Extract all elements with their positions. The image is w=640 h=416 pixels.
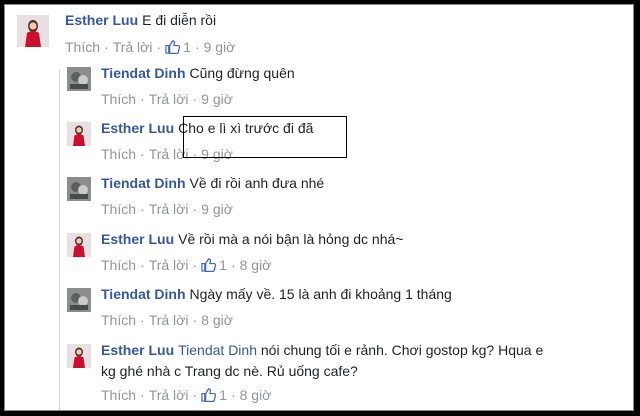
comment-actions: Thích · Trả lời · 8 giờ [101, 312, 233, 328]
comment-actions: Thích · Trả lời · 9 giờ [101, 91, 233, 107]
comment-thread: Esther Luu E đi diễn rồi Thích · Trả lời · 1 ·… [4, 4, 634, 411]
avatar[interactable] [67, 233, 91, 257]
timestamp[interactable]: 9 giờ [201, 91, 233, 107]
tiendat-avatar-icon [67, 288, 91, 312]
reply-thread-line [59, 69, 60, 410]
comment-author[interactable]: Tiendat Dinh [101, 65, 186, 81]
comment-body: Esther Luu E đi diễn rồi [65, 10, 216, 31]
comment-text: Về rồi mà a nói bận là hỏng dc nhá~ [178, 231, 404, 247]
thumbs-up-icon[interactable] [201, 257, 217, 272]
timestamp[interactable]: 8 giờ [201, 312, 233, 328]
comment-author[interactable]: Esther Luu [101, 342, 174, 358]
avatar[interactable] [67, 67, 91, 91]
comment-author[interactable]: Esther Luu [65, 12, 138, 28]
like-link[interactable]: Thích [101, 387, 136, 403]
esther-avatar-icon [67, 344, 91, 368]
esther-avatar-icon [17, 15, 49, 47]
avatar[interactable] [67, 344, 91, 368]
comment-author[interactable]: Esther Luu [101, 120, 174, 136]
avatar[interactable] [67, 177, 91, 201]
like-count: 1 [183, 39, 191, 55]
timestamp[interactable]: 9 giờ [204, 39, 236, 55]
comment-author[interactable]: Esther Luu [101, 231, 174, 247]
comment-text: E đi diễn rồi [142, 12, 217, 28]
timestamp[interactable]: 8 giờ [240, 387, 272, 403]
highlight-box [183, 116, 347, 158]
timestamp[interactable]: 9 giờ [201, 201, 233, 217]
reply-link[interactable]: Trả lời [113, 39, 153, 55]
like-link[interactable]: Thích [101, 146, 136, 162]
like-link[interactable]: Thích [101, 257, 136, 273]
tiendat-avatar-icon [67, 67, 91, 91]
comment-actions: Thích · Trả lời · 1 · 9 giờ [65, 39, 236, 55]
reply-link[interactable]: Trả lời [149, 91, 189, 107]
like-link[interactable]: Thích [101, 201, 136, 217]
comment-text: Về đi rồi anh đưa nhé [189, 175, 325, 191]
comment-author[interactable]: Tiendat Dinh [101, 286, 186, 302]
comment-text: Ngày mấy về. 15 là anh đi khoảng 1 tháng [189, 286, 452, 302]
comment-body-line-2: kg ghé nhà c Trang dc nè. Rủ uống cafe? [101, 361, 358, 382]
like-count: 1 [219, 257, 227, 273]
avatar[interactable] [67, 288, 91, 312]
like-count: 1 [219, 387, 227, 403]
thumbs-up-icon[interactable] [165, 39, 181, 54]
comment-body: Esther Luu Tiendat Dinh nói chung tối e r… [101, 340, 543, 361]
reply-link[interactable]: Trả lời [149, 387, 189, 403]
comment-text: kg ghé nhà c Trang dc nè. Rủ uống cafe? [101, 363, 358, 379]
comment-body: Tiendat Dinh Về đi rồi anh đưa nhé [101, 173, 324, 194]
reply-link[interactable]: Trả lời [149, 257, 189, 273]
reply-link[interactable]: Trả lời [149, 312, 189, 328]
mention-tag[interactable]: Tiendat Dinh [178, 342, 257, 358]
like-link[interactable]: Thích [101, 312, 136, 328]
comment-body: Tiendat Dinh Cũng đừng quên [101, 63, 295, 84]
comment-body: Esther Luu Về rồi mà a nói bận là hỏng dc… [101, 229, 403, 250]
esther-avatar-icon [67, 233, 91, 257]
thumbs-up-icon[interactable] [201, 387, 217, 402]
comment-actions: Thích · Trả lời · 1 · 8 giờ [101, 387, 272, 403]
avatar[interactable] [67, 122, 91, 146]
comment-actions: Thích · Trả lời · 1 · 8 giờ [101, 257, 272, 273]
like-link[interactable]: Thích [65, 39, 100, 55]
comment-text: Cũng đừng quên [189, 65, 295, 81]
esther-avatar-icon [67, 122, 91, 146]
comment-actions: Thích · Trả lời · 9 giờ [101, 201, 233, 217]
reply-link[interactable]: Trả lời [149, 201, 189, 217]
like-link[interactable]: Thích [101, 91, 136, 107]
tiendat-avatar-icon [67, 177, 91, 201]
timestamp[interactable]: 8 giờ [240, 257, 272, 273]
comment-author[interactable]: Tiendat Dinh [101, 175, 186, 191]
comment-body: Tiendat Dinh Ngày mấy về. 15 là anh đi kh… [101, 284, 452, 305]
comment-text: nói chung tối e rảnh. Chơi gostop kg? Hq… [260, 342, 544, 358]
avatar[interactable] [17, 15, 49, 47]
